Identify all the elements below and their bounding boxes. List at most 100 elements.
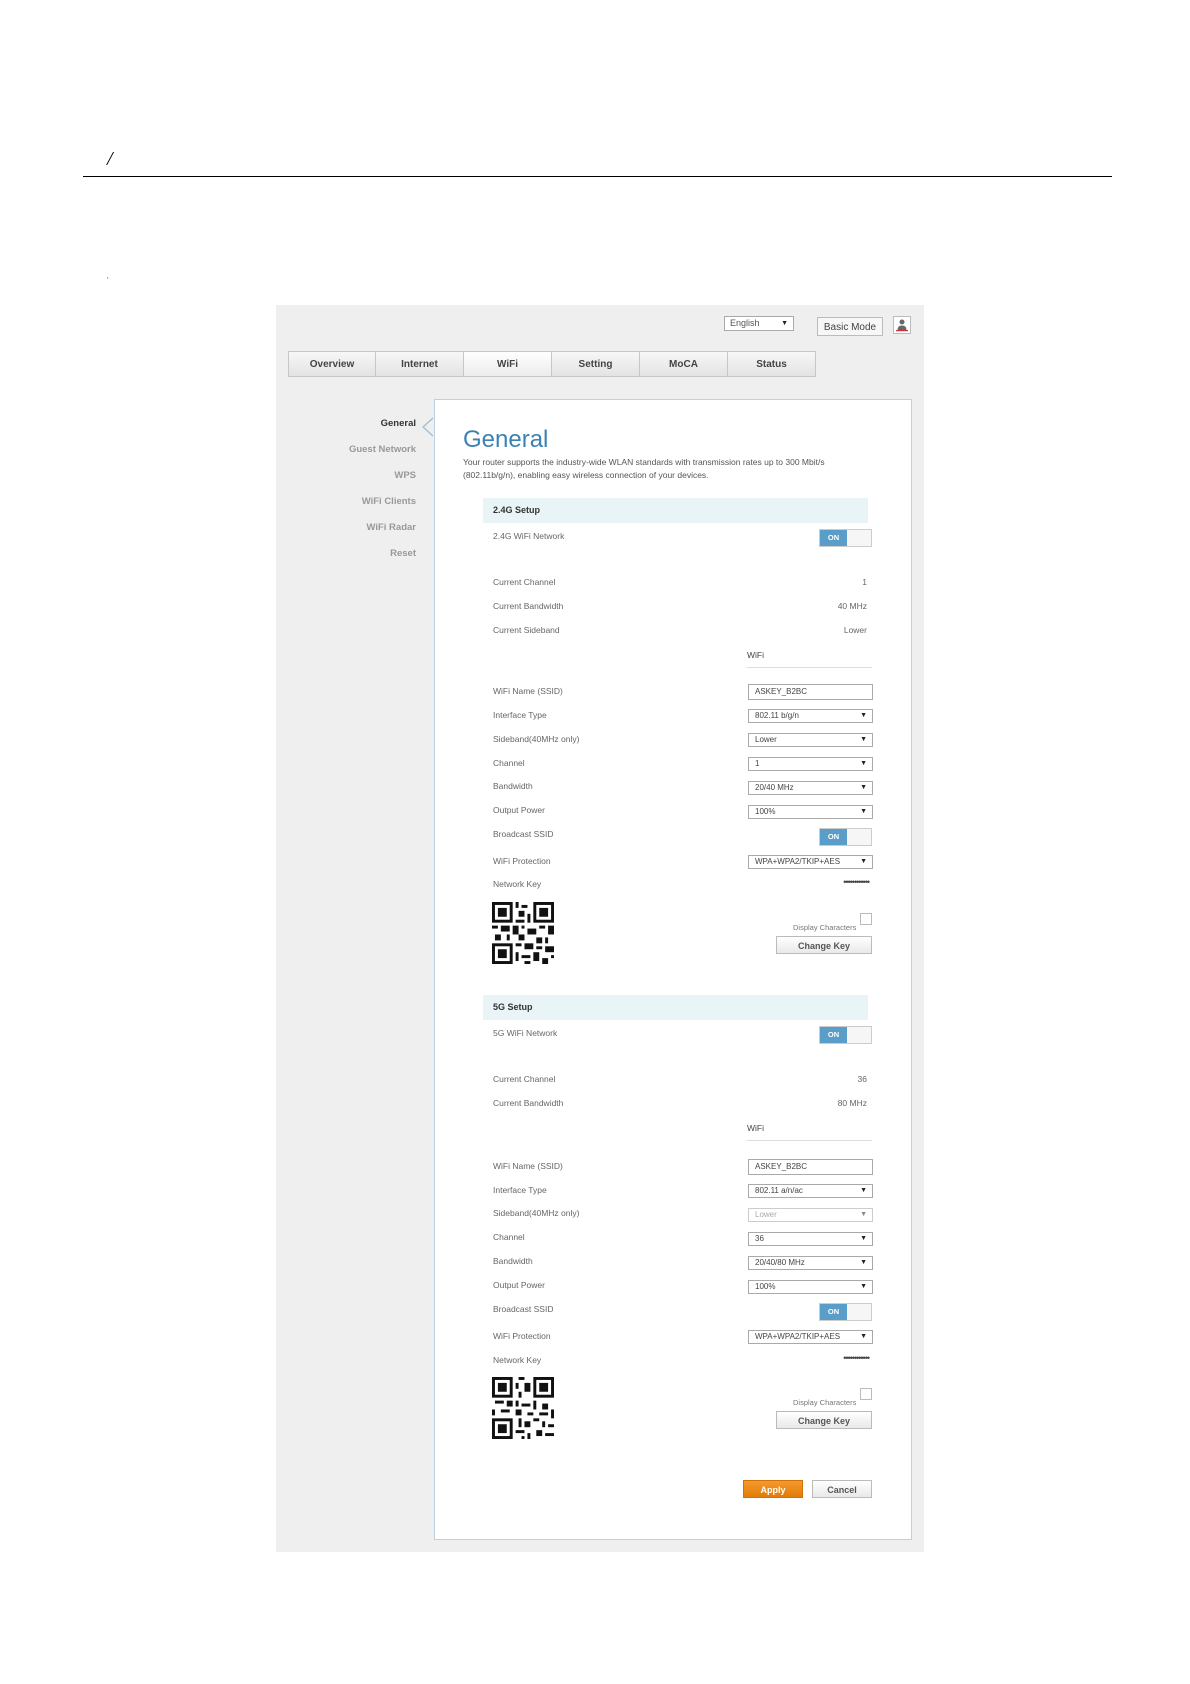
toggle-broadcast-ssid[interactable]: ON	[819, 828, 872, 846]
sideband-select[interactable]: Lower ▼	[748, 1208, 873, 1222]
label-output-power: Output Power	[493, 1280, 545, 1290]
label-24g-network: 2.4G WiFi Network	[493, 531, 565, 541]
label-broadcast-ssid: Broadcast SSID	[493, 829, 554, 839]
label-current-channel: Current Channel	[493, 577, 556, 587]
value-current-sideband: Lower	[843, 625, 867, 635]
label-wifi-protection: WiFi Protection	[493, 856, 551, 866]
change-key-button[interactable]: Change Key	[776, 936, 872, 954]
label-network-key: Network Key	[493, 1355, 542, 1365]
chevron-down-icon: ▼	[781, 320, 788, 327]
channel-select[interactable]: 36 ▼	[748, 1232, 873, 1246]
toggle-broadcast-ssid[interactable]: ON	[819, 1303, 872, 1321]
select-value: 20/40/80 MHz	[755, 1258, 805, 1267]
label-wifi-protection: WiFi Protection	[493, 1331, 551, 1341]
sidebar-item-wifi-clients[interactable]: WiFi Clients	[306, 496, 416, 522]
content-panel: General Your router supports the industr…	[434, 399, 912, 1540]
bandwidth-select[interactable]: 20/40/80 MHz ▼	[748, 1256, 873, 1270]
chevron-down-icon: ▼	[860, 784, 867, 791]
label-channel: Channel	[493, 758, 525, 768]
value-current-bandwidth: 80 MHz	[837, 1098, 867, 1108]
chevron-down-icon: ▼	[860, 1187, 867, 1194]
select-value: 20/40 MHz	[755, 783, 794, 792]
interface-type-select[interactable]: 802.11 a/n/ac ▼	[748, 1184, 873, 1198]
display-characters-label: Display Characters	[793, 1398, 857, 1407]
select-value: 802.11 a/n/ac	[755, 1186, 803, 1195]
cancel-button[interactable]: Cancel	[812, 1480, 872, 1498]
select-value: WPA+WPA2/TKIP+AES	[755, 1332, 841, 1341]
wifi-protection-select[interactable]: WPA+WPA2/TKIP+AES ▼	[748, 1330, 873, 1344]
page-title: General	[463, 426, 549, 453]
select-value: 802.11 b/g/n	[755, 711, 799, 720]
label-current-bandwidth: Current Bandwidth	[493, 1098, 564, 1108]
chevron-down-icon: ▼	[860, 1235, 867, 1242]
label-current-bandwidth: Current Bandwidth	[493, 601, 564, 611]
output-power-select[interactable]: 100% ▼	[748, 805, 873, 819]
display-characters-label: Display Characters	[793, 923, 857, 932]
ssid-input[interactable]: ASKEY_B2BC	[748, 684, 873, 700]
label-bandwidth: Bandwidth	[493, 781, 533, 791]
value-current-channel: 1	[862, 577, 867, 587]
change-key-button[interactable]: Change Key	[776, 1411, 872, 1429]
label-sideband: Sideband(40MHz only)	[493, 734, 580, 744]
qr-code-icon	[492, 902, 554, 964]
section-header-24g: 2.4G Setup	[483, 498, 868, 523]
network-key-mask: ••••••••••••	[843, 1353, 870, 1363]
value-current-bandwidth: 40 MHz	[837, 601, 867, 611]
sidebar: General Guest Network WPS WiFi Clients W…	[306, 418, 416, 574]
select-value: 1	[755, 759, 760, 768]
label-interface-type: Interface Type	[493, 710, 547, 720]
language-select[interactable]: English ▼	[724, 316, 794, 331]
ssid-input[interactable]: ASKEY_B2BC	[748, 1159, 873, 1175]
sidebar-item-general[interactable]: General	[306, 418, 416, 444]
sideband-select[interactable]: Lower ▼	[748, 733, 873, 747]
basic-mode-button[interactable]: Basic Mode	[817, 317, 883, 336]
toggle-5g-network[interactable]: ON	[819, 1026, 872, 1044]
channel-select[interactable]: 1 ▼	[748, 757, 873, 771]
sidebar-item-guest-network[interactable]: Guest Network	[306, 444, 416, 470]
apply-button[interactable]: Apply	[743, 1480, 803, 1498]
wifi-subheader: WiFi	[747, 1123, 872, 1141]
tab-moca[interactable]: MoCA	[640, 351, 728, 377]
label-ssid: WiFi Name (SSID)	[493, 1161, 563, 1171]
chevron-down-icon: ▼	[860, 760, 867, 767]
chevron-down-icon: ▼	[860, 1283, 867, 1290]
toggle-state: ON	[820, 1027, 847, 1043]
label-current-channel: Current Channel	[493, 1074, 556, 1084]
sidebar-item-wifi-radar[interactable]: WiFi Radar	[306, 522, 416, 548]
output-power-select[interactable]: 100% ▼	[748, 1280, 873, 1294]
tab-status[interactable]: Status	[728, 351, 816, 377]
interface-type-select[interactable]: 802.11 b/g/n ▼	[748, 709, 873, 723]
toggle-24g-network[interactable]: ON	[819, 529, 872, 547]
label-channel: Channel	[493, 1232, 525, 1242]
chevron-left-icon	[422, 417, 434, 437]
tab-overview[interactable]: Overview	[288, 351, 376, 377]
chevron-down-icon: ▼	[860, 1259, 867, 1266]
chevron-down-icon: ▼	[860, 712, 867, 719]
tab-setting[interactable]: Setting	[552, 351, 640, 377]
select-value: 100%	[755, 1282, 776, 1291]
chevron-down-icon: ▼	[860, 858, 867, 865]
main-tabs: Overview Internet WiFi Setting MoCA Stat…	[288, 351, 816, 377]
select-value: 100%	[755, 807, 776, 816]
tab-wifi[interactable]: WiFi	[464, 351, 552, 377]
wifi-subheader: WiFi	[747, 650, 872, 668]
tab-internet[interactable]: Internet	[376, 351, 464, 377]
display-characters-checkbox[interactable]	[860, 913, 872, 925]
select-value: Lower	[755, 1210, 777, 1219]
document-mark: /	[107, 148, 113, 170]
sidebar-item-reset[interactable]: Reset	[306, 548, 416, 574]
page-description: Your router supports the industry-wide W…	[463, 457, 825, 480]
user-icon[interactable]	[893, 316, 911, 334]
network-key-mask: ••••••••••••	[843, 877, 870, 887]
chevron-down-icon: ▼	[860, 736, 867, 743]
label-sideband: Sideband(40MHz only)	[493, 1208, 580, 1218]
sidebar-item-wps[interactable]: WPS	[306, 470, 416, 496]
qr-code-icon	[492, 1377, 554, 1439]
label-current-sideband: Current Sideband	[493, 625, 560, 635]
display-characters-checkbox[interactable]	[860, 1388, 872, 1400]
label-network-key: Network Key	[493, 879, 542, 889]
label-interface-type: Interface Type	[493, 1185, 547, 1195]
bandwidth-select[interactable]: 20/40 MHz ▼	[748, 781, 873, 795]
wifi-protection-select[interactable]: WPA+WPA2/TKIP+AES ▼	[748, 855, 873, 869]
value-current-channel: 36	[857, 1074, 867, 1084]
